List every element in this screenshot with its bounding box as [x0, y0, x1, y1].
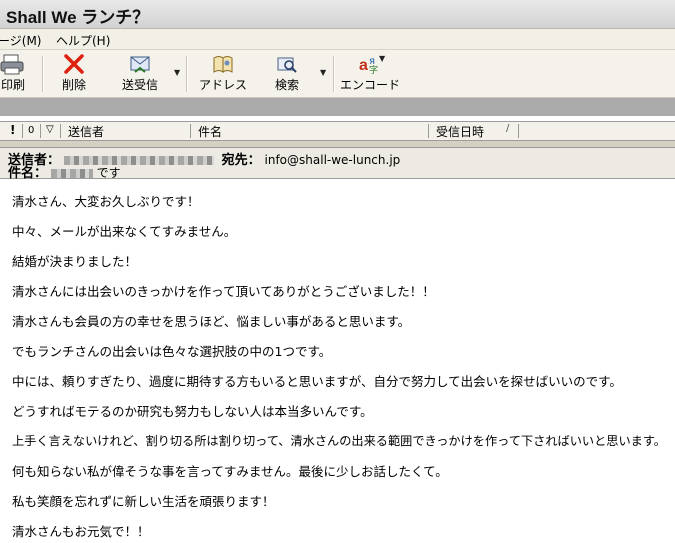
body-line: 結婚が決まりました！	[12, 254, 138, 269]
menu-message[interactable]: ージ(M)	[0, 32, 41, 49]
encode-label: エンコード	[340, 78, 401, 92]
print-label: 印刷	[0, 78, 25, 92]
toolbar-separator	[333, 56, 335, 92]
col-separator[interactable]	[518, 124, 519, 138]
message-body[interactable]: 清水さん、大変お久しぶりです！ 中々、メールが出来なくてすみません。 結婚が決ま…	[0, 179, 675, 543]
col-from[interactable]: 送信者	[68, 123, 104, 140]
col-separator[interactable]	[40, 124, 41, 138]
col-separator[interactable]	[60, 124, 61, 138]
printer-icon	[0, 54, 24, 75]
address-label: アドレス	[198, 78, 247, 92]
body-line: 中々、メールが出来なくてすみません。	[12, 224, 237, 239]
toolbar: 印刷 削除 送受信 ▼ アドレス 検索 ▼ a я 字 エンコード ▼	[0, 50, 675, 98]
sort-indicator-icon: /	[506, 123, 510, 134]
svg-text:a: a	[359, 57, 368, 74]
delete-button[interactable]: 削除	[56, 53, 92, 95]
col-separator[interactable]	[428, 124, 429, 138]
menu-help[interactable]: ヘルプ(H)	[56, 32, 110, 49]
body-line: 私も笑顔を忘れずに新しい生活を頑張ります！	[12, 494, 275, 509]
delete-label: 削除	[61, 78, 86, 92]
message-list-header: ! 0 ▽ 送信者 件名 受信日時 /	[0, 121, 675, 141]
toolbar-separator	[186, 56, 188, 92]
body-line: 清水さん、大変お久しぶりです！	[12, 194, 200, 209]
encode-button[interactable]: a я 字 エンコード	[340, 53, 400, 95]
folder-bar	[0, 98, 675, 116]
search-label: 検索	[274, 78, 299, 92]
send-receive-label: 送受信	[121, 78, 158, 92]
col-flag[interactable]: ▽	[46, 124, 54, 135]
body-line: でもランチさんの出会いは色々な選択肢の中の1つです。	[12, 344, 332, 359]
col-attachment[interactable]: 0	[28, 125, 34, 136]
subject-value: です	[96, 166, 121, 180]
send-receive-button[interactable]: 送受信	[116, 53, 164, 95]
window-title: Shall We ランチ？	[6, 8, 150, 27]
address-book-button[interactable]: アドレス	[198, 53, 248, 95]
message-header-pane: 送信者： 宛先： info@shall-we-lunch.jp 件名： です	[0, 148, 675, 181]
col-separator[interactable]	[190, 124, 191, 138]
body-line: 何も知らない私が偉そうな事を言ってすみません。最後に少しお話したくて。	[12, 464, 448, 479]
body-line: 中には、頼りすぎたり、過度に期待する方もいると思いますが、自分で努力して出会いを…	[12, 374, 622, 389]
title-bar: Shall We ランチ？	[0, 0, 675, 29]
encode-dropdown-icon[interactable]: ▼	[379, 54, 385, 63]
send-receive-icon	[130, 56, 150, 73]
col-received[interactable]: 受信日時	[436, 123, 484, 140]
search-dropdown-icon[interactable]: ▼	[320, 68, 326, 77]
svg-text:字: 字	[369, 64, 378, 75]
search-icon	[277, 57, 297, 73]
delete-x-icon	[64, 54, 84, 74]
col-priority[interactable]: !	[10, 123, 15, 137]
search-button[interactable]: 検索	[270, 53, 304, 95]
menu-bar: ージ(M) ヘルプ(H)	[0, 29, 675, 50]
body-line: 清水さんもお元気で！！	[12, 524, 150, 539]
col-subject[interactable]: 件名	[198, 123, 222, 140]
address-book-icon	[213, 56, 233, 73]
toolbar-separator	[42, 56, 44, 92]
body-line: 清水さんも会員の方の幸せを思うほど、悩ましい事があると思います。	[12, 314, 411, 329]
body-line: 上手く言えないけれど、割り切る所は割り切って、清水さんの出来る範囲できっかけを作…	[12, 434, 666, 448]
redacted-subject	[50, 169, 93, 178]
body-line: 清水さんには出会いのきっかけを作って頂いてありがとうございました！！	[12, 284, 435, 299]
col-separator[interactable]	[22, 124, 23, 138]
to-address: info@shall-we-lunch.jp	[264, 153, 401, 167]
to-label: 宛先：	[221, 153, 261, 168]
pane-splitter[interactable]	[0, 141, 675, 148]
body-line: どうすればモテるのか研究も努力もしない人は本当多いんです。	[12, 404, 373, 419]
print-button[interactable]: 印刷	[0, 53, 30, 95]
send-receive-dropdown-icon[interactable]: ▼	[174, 68, 180, 77]
